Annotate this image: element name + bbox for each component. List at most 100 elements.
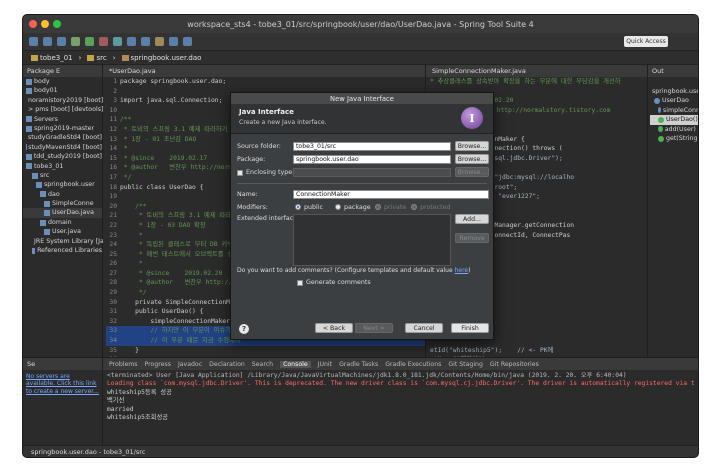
outline-item[interactable]: add(User) :: [650, 125, 698, 134]
project-icon: [44, 228, 50, 235]
tab-userdao[interactable]: *UserDao.java: [103, 65, 425, 77]
extended-interfaces-list[interactable]: [293, 214, 451, 266]
tab-console[interactable]: Console: [280, 360, 311, 368]
remove-interface-button: Remove: [455, 233, 489, 243]
finish-button[interactable]: Finish: [451, 323, 489, 333]
new-class-icon[interactable]: [113, 37, 122, 46]
quick-access-field[interactable]: Quick Access: [624, 36, 668, 47]
forward-icon[interactable]: [183, 37, 192, 46]
breadcrumb-project[interactable]: tobe3_01: [31, 54, 73, 62]
outline-item[interactable]: UserDao: [650, 96, 698, 105]
close-button[interactable]: [29, 20, 37, 28]
outline-item[interactable]: simpleConn: [650, 106, 698, 115]
code-text: * @author 변찬우 http://normal: [120, 164, 240, 172]
annotation-icon[interactable]: [155, 37, 164, 46]
tree-item[interactable]: JRE System Library [JavaSE: [23, 237, 119, 246]
breadcrumb-src[interactable]: src: [87, 54, 107, 62]
tree-item[interactable]: Referenced Libraries: [23, 246, 102, 255]
help-icon[interactable]: ?: [239, 324, 249, 334]
project-icon: [26, 88, 32, 95]
back-button[interactable]: < Back: [315, 323, 353, 333]
tree-item[interactable]: Servers: [23, 115, 102, 124]
debug-icon[interactable]: [71, 37, 80, 46]
outline-item[interactable]: get(String): [650, 134, 698, 143]
tree-item[interactable]: UserDao.java: [23, 208, 102, 218]
generate-comments-checkbox[interactable]: [297, 280, 303, 286]
breadcrumb-package[interactable]: springbook.user.dao: [121, 54, 201, 62]
tree-item[interactable]: studyGradleStd4 [boot]: [23, 133, 102, 142]
breadcrumb-separator-icon: ›: [112, 53, 116, 62]
templates-link[interactable]: here: [455, 267, 469, 274]
tree-item[interactable]: noramistory2019 [boot]: [23, 96, 103, 105]
tree-item[interactable]: springbook.user: [23, 180, 102, 189]
window-controls: [29, 20, 61, 28]
tree-item[interactable]: tdd_study2019 [boot]: [23, 152, 102, 161]
window-title: workspace_sts4 - tobe3_01/src/springbook…: [187, 19, 534, 29]
package-tree: body body01 noramistory2019 [boot] > pms [b…: [23, 77, 119, 255]
dialog-title: New Java Interface: [231, 93, 493, 104]
enclosing-type-checkbox[interactable]: [237, 170, 243, 176]
outline-item[interactable]: springbook.user.da: [650, 87, 698, 96]
tab-git-repositories[interactable]: Git Repositories: [490, 361, 539, 368]
tab-junit[interactable]: JUnit: [318, 361, 332, 368]
code-text: * @since 2019.02.20: [120, 269, 223, 277]
tab-gradle-executions[interactable]: Gradle Executions: [385, 361, 441, 368]
line-number: 15: [109, 154, 117, 162]
tree-item[interactable]: body: [23, 77, 102, 86]
outline-item[interactable]: UserDao(): [650, 115, 698, 125]
modifier-protected-label: protected: [420, 204, 451, 211]
new-icon[interactable]: [29, 37, 38, 46]
cancel-button[interactable]: Cancel: [405, 323, 443, 333]
code-text: *: [120, 260, 143, 268]
tab-problems[interactable]: Problems: [109, 361, 138, 368]
browse-source-button[interactable]: Browse...: [455, 141, 489, 151]
modifier-package-radio[interactable]: [335, 204, 341, 210]
tree-item[interactable]: SimpleConne: [23, 199, 102, 208]
line-number: 18: [109, 183, 117, 191]
tab-gradle-tasks[interactable]: Gradle Tasks: [339, 361, 378, 368]
tree-item[interactable]: spring2019-master: [23, 124, 102, 133]
source-folder-field[interactable]: tobe3_01/src: [293, 142, 451, 151]
code-text: *: [120, 145, 128, 153]
browse-package-button[interactable]: Browse...: [455, 154, 489, 164]
tab-git-staging[interactable]: Git Staging: [448, 361, 483, 368]
console-output: <terminated> User [Java Application] /Li…: [107, 372, 694, 447]
tab-outline[interactable]: Out: [648, 65, 698, 77]
tab-search[interactable]: Search: [252, 361, 273, 368]
open-type-icon[interactable]: [127, 37, 136, 46]
tab-progress[interactable]: Progress: [145, 361, 171, 368]
name-field[interactable]: ConnectionMaker: [293, 190, 489, 199]
tab-servers[interactable]: Se: [23, 358, 102, 370]
bottom-panel: Se No servers are available. Click this …: [23, 357, 698, 448]
console-line: Loading class `com.mysql.jdbc.Driver'. T…: [107, 380, 694, 388]
tree-item[interactable]: User.java: [23, 227, 102, 236]
tree-item[interactable]: body01: [23, 86, 102, 95]
line-number: 21: [109, 212, 117, 220]
modifier-public-radio[interactable]: [295, 204, 301, 210]
add-interface-button[interactable]: Add...: [455, 214, 489, 224]
enclosing-type-field: [293, 168, 451, 177]
line-number: 24: [109, 241, 117, 249]
save-icon[interactable]: [43, 37, 52, 46]
tree-item[interactable]: studyMavenStd4 [boot]: [23, 143, 102, 152]
dialog-header-title: Java Interface: [239, 108, 294, 116]
code-line: etId("whiteship5"); // <- PK에: [430, 346, 554, 354]
run-icon[interactable]: [85, 37, 94, 46]
servers-link[interactable]: No servers are available. Click this lin…: [23, 370, 102, 398]
tab-simpleconnectionmaker[interactable]: SimpleConnectionMaker.java: [426, 65, 647, 77]
minimize-button[interactable]: [41, 20, 49, 28]
tree-item[interactable]: tobe3_01: [23, 162, 102, 171]
tab-package-explorer[interactable]: Package E: [23, 65, 102, 77]
tab-declaration[interactable]: Declaration: [209, 361, 245, 368]
maximize-button[interactable]: [53, 20, 61, 28]
search-icon[interactable]: [141, 37, 150, 46]
tree-item[interactable]: domain: [23, 218, 102, 227]
back-icon[interactable]: [169, 37, 178, 46]
tree-item[interactable]: > pms [boot] [devtools]: [23, 105, 104, 114]
tab-javadoc[interactable]: Javadoc: [178, 361, 202, 368]
tree-item[interactable]: dao: [23, 190, 102, 199]
print-icon[interactable]: [57, 37, 66, 46]
external-tools-icon[interactable]: [99, 37, 108, 46]
tree-item[interactable]: src: [23, 171, 102, 180]
package-field[interactable]: springbook.user.dao: [293, 155, 451, 164]
